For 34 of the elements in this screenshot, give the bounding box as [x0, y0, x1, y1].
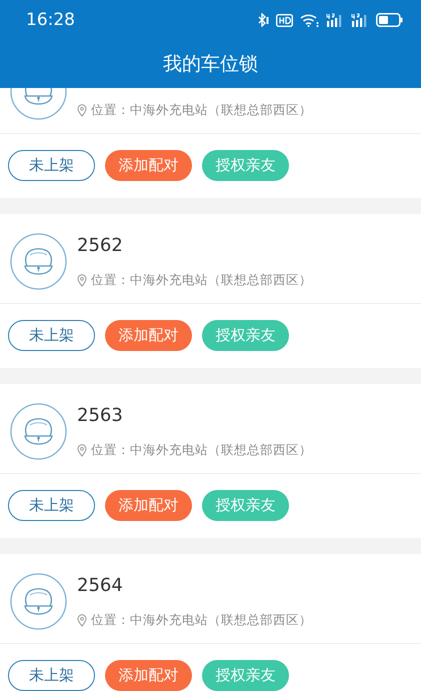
status-time: 16:28	[26, 10, 76, 30]
page-title: 我的车位锁	[163, 52, 258, 77]
wifi-icon	[300, 13, 319, 27]
location-pin-icon	[77, 444, 87, 457]
status-button[interactable]: 未上架	[8, 490, 95, 521]
location-text: 位置：中海外充电站（联想总部西区）	[91, 102, 312, 119]
lock-icon	[10, 573, 67, 630]
lock-number: 2564	[77, 574, 124, 598]
share-button[interactable]: 授权亲友	[202, 490, 289, 521]
pair-button[interactable]: 添加配对	[105, 490, 192, 521]
share-button[interactable]: 授权亲友	[202, 320, 289, 351]
status-button[interactable]: 未上架	[8, 660, 95, 691]
location-text: 位置：中海外充电站（联想总部西区）	[91, 612, 312, 629]
share-button[interactable]: 授权亲友	[202, 660, 289, 691]
lock-icon	[10, 233, 67, 290]
lock-number: 2563	[77, 404, 124, 428]
pair-button[interactable]: 添加配对	[105, 320, 192, 351]
signal-icon	[326, 13, 344, 27]
location-pin-icon	[77, 104, 87, 117]
location-pin-icon	[77, 274, 87, 287]
location-text: 位置：中海外充电站（联想总部西区）	[91, 442, 312, 459]
bluetooth-icon	[257, 13, 269, 27]
pair-button[interactable]: 添加配对	[105, 660, 192, 691]
battery-icon	[376, 13, 403, 27]
signal-icon	[351, 13, 369, 27]
hd-icon	[276, 14, 293, 26]
location-text: 位置：中海外充电站（联想总部西区）	[91, 272, 312, 289]
share-button[interactable]: 授权亲友	[202, 150, 289, 181]
lock-icon	[10, 403, 67, 460]
pair-button[interactable]: 添加配对	[105, 150, 192, 181]
status-button[interactable]: 未上架	[8, 320, 95, 351]
location-pin-icon	[77, 614, 87, 627]
status-button[interactable]: 未上架	[8, 150, 95, 181]
lock-number: 2562	[77, 234, 124, 258]
